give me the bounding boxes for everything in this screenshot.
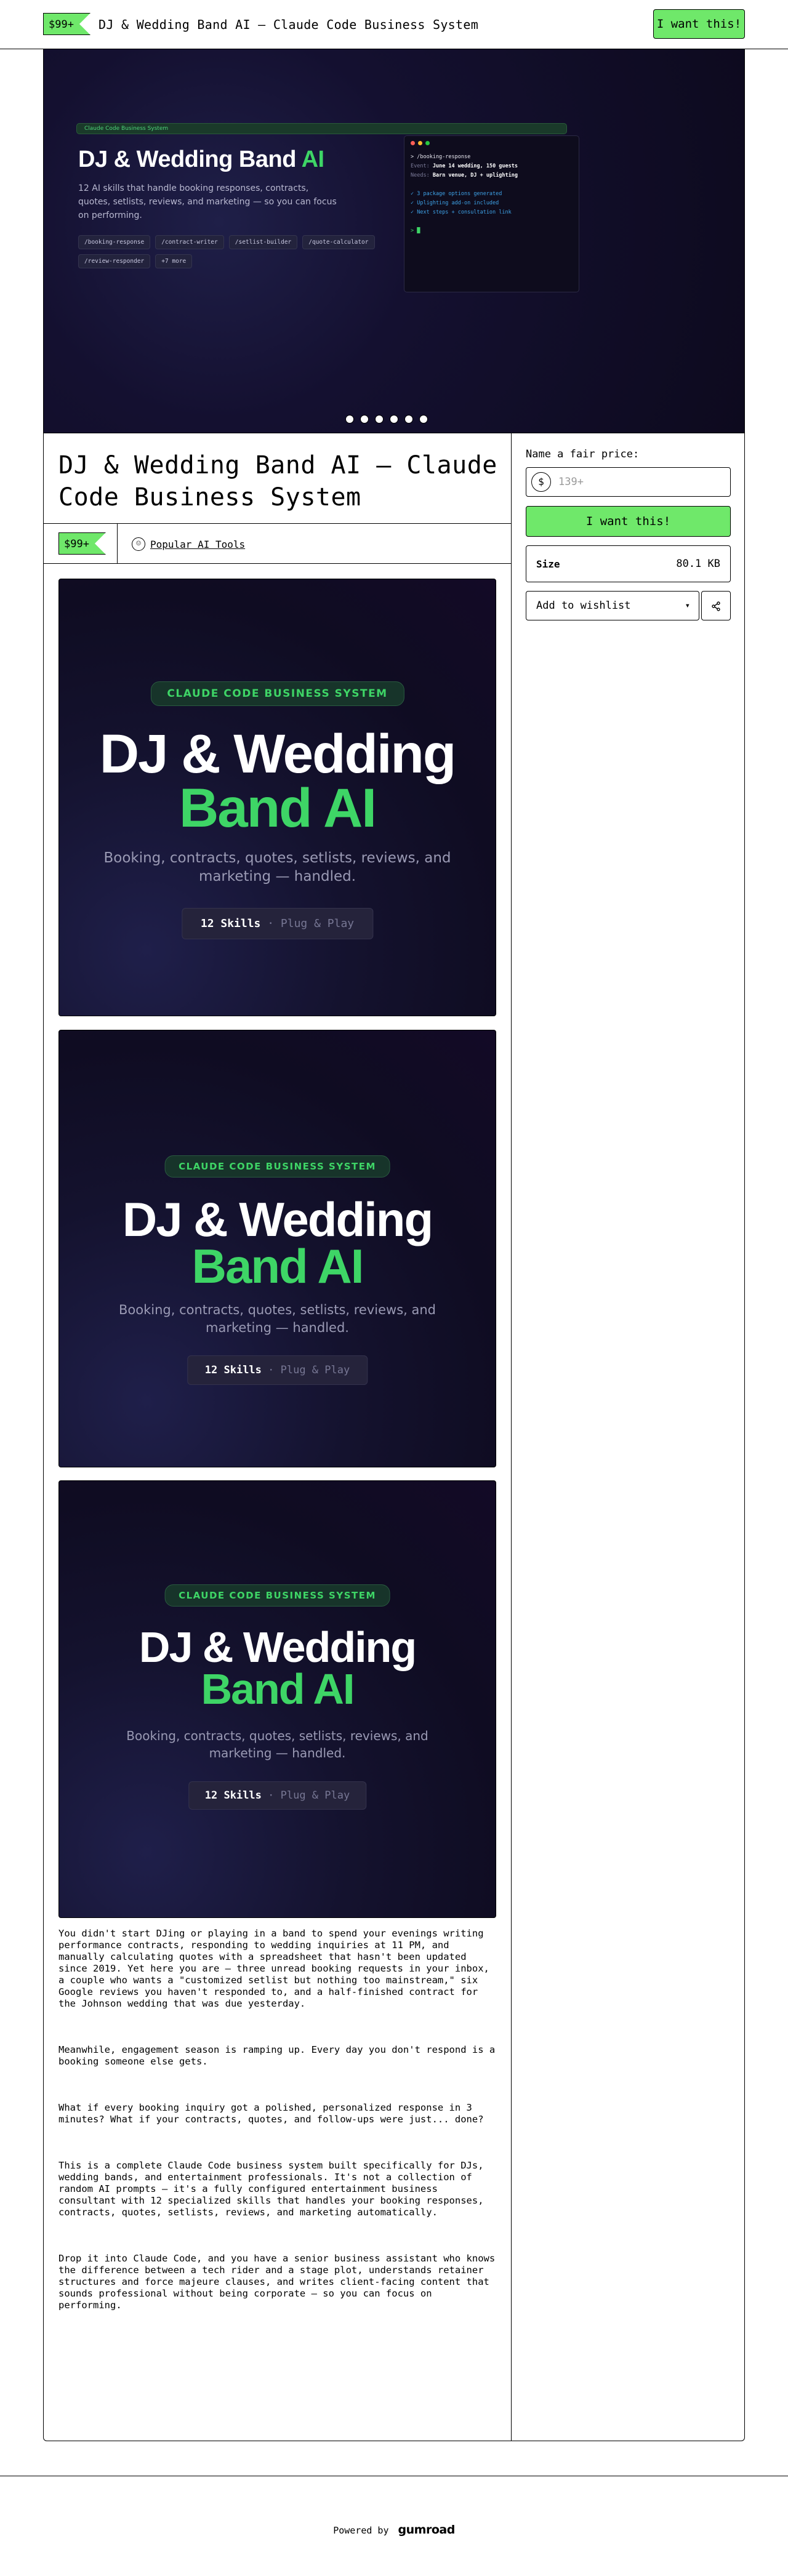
cover-title-line2: Band AI	[191, 1239, 364, 1293]
terminal-output: ✓ Uplighting add-on included	[411, 200, 499, 206]
window-controls	[411, 141, 573, 145]
carousel-dot[interactable]	[419, 415, 428, 423]
carousel-dot[interactable]	[375, 415, 384, 423]
description-paragraph: What if every booking inquiry got a poli…	[58, 2102, 484, 2125]
wishlist-row: Add to wishlist ▾	[526, 591, 731, 620]
product-description: You didn't start DJing or playing in a b…	[58, 1928, 496, 2346]
terminal-output: ✓ Next steps + consultation link	[411, 209, 512, 215]
cover-badge: CLAUDE CODE BUSINESS SYSTEM	[164, 1584, 390, 1607]
size-value: 80.1 KB	[676, 558, 720, 570]
cover-badge: CLAUDE CODE BUSINESS SYSTEM	[164, 1155, 390, 1178]
header-buy-button[interactable]: I want this!	[653, 9, 745, 39]
terminal-prompt: > █	[411, 228, 420, 234]
product-title: DJ & Wedding Band AI — Claude Code Busin…	[58, 451, 497, 512]
skills-pill: 12 Skills · Plug & Play	[181, 908, 374, 939]
skill-chip: /contract-writer	[155, 235, 224, 249]
skills-pill: 12 Skills · Plug & Play	[188, 1781, 367, 1810]
powered-by: Powered by gumroad	[0, 2523, 788, 2537]
carousel-dot[interactable]	[390, 415, 398, 423]
creator-link[interactable]: Popular AI Tools	[150, 539, 245, 550]
skill-chip: +7 more	[155, 254, 193, 268]
price-tag: $99+	[58, 532, 106, 555]
divider	[117, 524, 118, 563]
column-divider	[511, 433, 512, 2441]
cover-badge: CLAUDE CODE BUSINESS SYSTEM	[150, 681, 404, 706]
price-tag: $99+	[43, 13, 90, 35]
fair-price-label: Name a fair price:	[526, 448, 640, 460]
cover-subtitle: Booking, contracts, quotes, setlists, re…	[118, 1302, 436, 1335]
product-image: CLAUDE CODE BUSINESS SYSTEM DJ & Wedding…	[58, 1030, 496, 1467]
carousel-dots	[345, 415, 428, 423]
skill-chip: /setlist-builder	[228, 235, 298, 249]
wishlist-label: Add to wishlist	[536, 600, 631, 612]
hero-title: DJ & Wedding Band AI	[78, 146, 324, 173]
file-size: Size 80.1 KB	[526, 545, 731, 582]
carousel-dot[interactable]	[345, 415, 354, 423]
top-bar: $99+ DJ & Wedding Band AI — Claude Code …	[0, 0, 788, 49]
skill-chip: /booking-response	[78, 235, 151, 249]
powered-by-label: Powered by	[333, 2525, 389, 2536]
buy-button[interactable]: I want this!	[526, 506, 731, 537]
skill-chip: /quote-calculator	[302, 235, 375, 249]
price-placeholder: 139+	[558, 476, 584, 488]
terminal-output: ✓ 3 package options generated	[411, 191, 502, 197]
hero-title-main: DJ & Wedding Band	[78, 146, 296, 172]
cover-title-line2: Band AI	[179, 777, 377, 838]
terminal-window: > /booking-response Event: June 14 weddi…	[404, 135, 579, 292]
cover-subtitle: Booking, contracts, quotes, setlists, re…	[126, 1728, 428, 1760]
currency-icon: $	[531, 472, 551, 492]
product-image: CLAUDE CODE BUSINESS SYSTEM DJ & Wedding…	[58, 1480, 496, 1918]
hero-image: Claude Code Business System DJ & Wedding…	[44, 49, 744, 433]
terminal-spacer	[411, 217, 573, 227]
cover-title-line2: Band AI	[201, 1665, 355, 1713]
description-paragraph: You didn't start DJing or playing in a b…	[58, 1928, 489, 2009]
avatar: ☺	[132, 537, 145, 551]
product-card: Claude Code Business System DJ & Wedding…	[43, 49, 745, 2441]
wishlist-dropdown[interactable]: Add to wishlist ▾	[526, 591, 699, 620]
hero-pill: Claude Code Business System	[76, 123, 567, 134]
footer: Powered by gumroad	[0, 2476, 788, 2576]
product-info-row: $99+ ☺ Popular AI Tools	[44, 523, 511, 564]
carousel-dot[interactable]	[404, 415, 413, 423]
product-image: CLAUDE CODE BUSINESS SYSTEM DJ & Wedding…	[58, 579, 496, 1016]
carousel-dot[interactable]	[360, 415, 369, 423]
price-input[interactable]: $ 139+	[526, 467, 731, 497]
terminal-needs: Needs: Barn venue, DJ + uplighting	[411, 172, 518, 179]
description-paragraph: Meanwhile, engagement season is ramping …	[58, 2044, 496, 2067]
share-button[interactable]	[701, 591, 731, 620]
close-dot-icon	[411, 141, 415, 145]
terminal-event: Event: June 14 wedding, 150 guests	[411, 163, 518, 169]
chevron-down-icon: ▾	[685, 601, 690, 611]
skill-chip: /review-responder	[78, 254, 151, 268]
terminal-spacer	[411, 180, 573, 190]
cover-subtitle: Booking, contracts, quotes, setlists, re…	[103, 850, 451, 885]
share-icon	[712, 601, 720, 611]
minimize-dot-icon	[418, 141, 422, 145]
skill-chips: /booking-response /contract-writer /setl…	[78, 235, 411, 268]
creator: ☺ Popular AI Tools	[132, 537, 245, 551]
hero-title-accent: AI	[301, 146, 325, 172]
maximize-dot-icon	[425, 141, 430, 145]
skills-pill: 12 Skills · Plug & Play	[187, 1355, 368, 1385]
description-paragraph: Drop it into Claude Code, and you have a…	[58, 2253, 496, 2311]
description-paragraph: This is a complete Claude Code business …	[58, 2160, 484, 2218]
terminal-command: > /booking-response	[411, 154, 471, 160]
header-title: DJ & Wedding Band AI — Claude Code Busin…	[98, 17, 479, 32]
hero-description: 12 AI skills that handle booking respons…	[78, 183, 337, 220]
gumroad-logo[interactable]: gumroad	[398, 2523, 456, 2537]
size-label: Size	[536, 558, 560, 570]
